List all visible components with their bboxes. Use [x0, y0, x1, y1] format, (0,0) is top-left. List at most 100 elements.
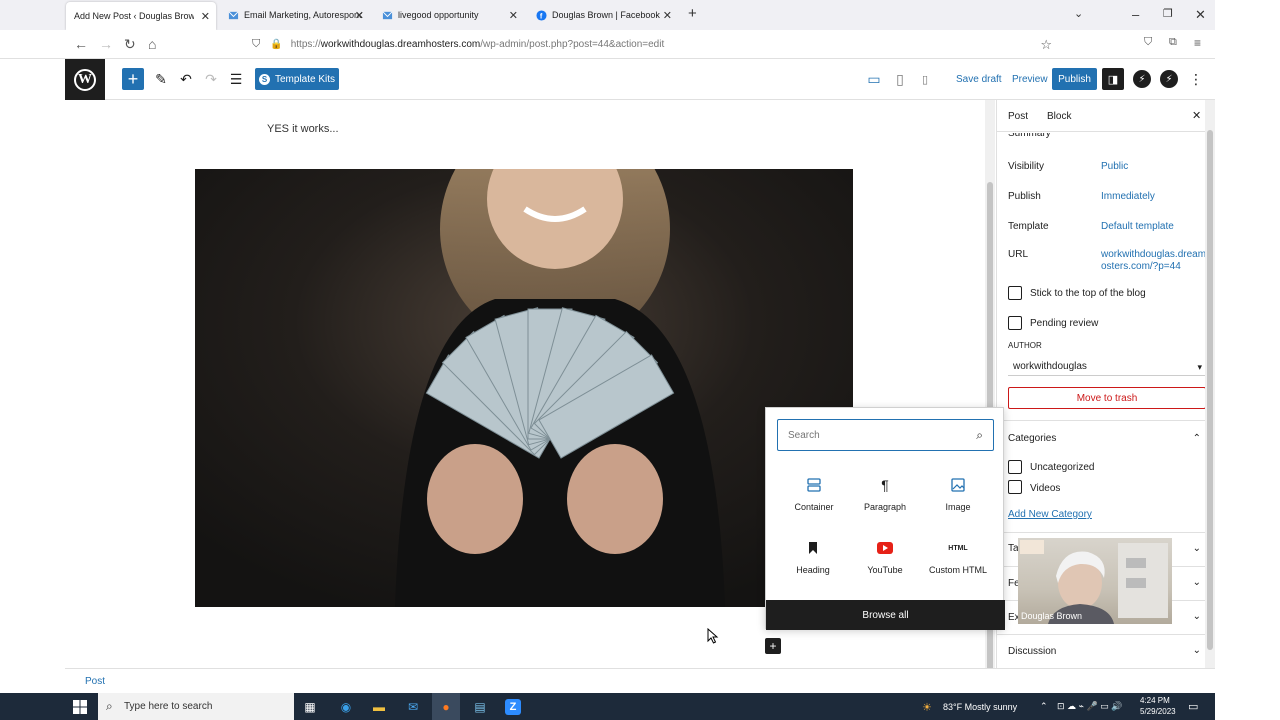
mobile-preview-icon[interactable]: ▯ [918, 68, 932, 90]
tray-icons[interactable]: ⊡ ☁ ⌁ 🎤 ▭ 🔊 [1057, 701, 1122, 712]
address-bar[interactable]: ⛉ 🔒 https://workwithdouglas.dreamhosters… [246, 33, 1056, 56]
tab-facebook[interactable]: f Douglas Brown | Facebook ✕ [528, 0, 678, 30]
sticky-checkbox[interactable] [1008, 286, 1022, 300]
close-tab-icon[interactable]: ✕ [355, 9, 364, 22]
categories-heading[interactable]: Categories [1008, 433, 1056, 444]
home-icon[interactable]: ⌂ [148, 36, 156, 52]
back-icon[interactable]: ← [74, 36, 88, 52]
tab-livegood[interactable]: livegood opportunity ✕ [374, 0, 524, 30]
discussion-heading[interactable]: Discussion [1008, 646, 1056, 657]
block-custom-html[interactable]: HTML Custom HTML [923, 539, 993, 576]
chevron-up-icon[interactable]: ⌃ [1193, 433, 1201, 444]
more-options-icon[interactable]: ⋮ [1189, 68, 1203, 90]
window-close-icon[interactable]: ✕ [1195, 7, 1206, 23]
save-draft-button[interactable]: Save draft [956, 68, 1002, 90]
block-youtube[interactable]: YouTube [850, 539, 920, 575]
document-overview-icon[interactable]: ☰ [227, 68, 245, 90]
add-block-button[interactable]: + [765, 638, 781, 654]
tab-block[interactable]: Block [1047, 111, 1071, 122]
settings-sidebar-toggle[interactable]: ◨ [1102, 68, 1124, 90]
block-heading[interactable]: Heading [778, 539, 848, 575]
lock-icon[interactable]: 🔒 [270, 39, 282, 50]
notepad-icon[interactable]: ▤ [472, 699, 488, 715]
tab-add-new-post[interactable]: Add New Post ‹ Douglas Brown — W ✕ [66, 2, 216, 30]
extensions-icon[interactable]: ⧉ [1169, 36, 1177, 49]
videos-label: Videos [1030, 483, 1061, 494]
reload-icon[interactable]: ↻ [124, 36, 136, 53]
file-explorer-icon[interactable]: ▬ [371, 699, 387, 715]
block-paragraph[interactable]: ¶ Paragraph [850, 476, 920, 512]
sidebar-scrollbar[interactable] [1205, 100, 1215, 668]
mail-icon[interactable]: ✉ [405, 699, 421, 715]
windows-start-icon[interactable] [72, 699, 88, 715]
chevron-down-icon[interactable]: ⌄ [1193, 543, 1201, 554]
clock-time[interactable]: 4:24 PM [1140, 696, 1170, 705]
pocket-icon[interactable]: ⛉ [1144, 36, 1152, 49]
notifications-icon[interactable]: ▭ [1188, 700, 1198, 713]
uncategorized-checkbox[interactable] [1008, 460, 1022, 474]
pending-review-label: Pending review [1030, 318, 1099, 329]
taskbar-search-input[interactable]: ⌕ Type here to search [98, 693, 294, 720]
restore-icon[interactable]: ❐ [1163, 7, 1173, 20]
template-kits-button[interactable]: S Template Kits [255, 68, 339, 90]
edge-icon[interactable]: ◉ [338, 699, 354, 715]
webcam-name: Douglas Brown [1021, 611, 1083, 621]
tab-list-chevron-icon[interactable]: ⌄ [1074, 7, 1083, 20]
weather-text[interactable]: 83°F Mostly sunny [943, 702, 1017, 712]
chevron-down-icon[interactable]: ⌄ [1193, 611, 1201, 622]
shield-icon[interactable]: ⛉ [252, 38, 260, 51]
firefox-icon[interactable]: ● [432, 693, 460, 720]
undo-icon[interactable]: ↶ [177, 68, 195, 90]
block-inserter-toggle[interactable]: + [122, 68, 144, 90]
task-view-icon[interactable]: ▦ [302, 699, 318, 715]
url-value-line1[interactable]: workwithdouglas.dreamh [1101, 249, 1212, 261]
menu-icon[interactable]: ≡ [1194, 36, 1201, 50]
desktop-preview-icon[interactable]: ▭ [866, 68, 882, 90]
scrollbar-thumb[interactable] [1207, 130, 1213, 650]
email-favicon-icon [382, 11, 393, 19]
block-image[interactable]: Image [923, 476, 993, 512]
email-favicon-icon [228, 11, 239, 19]
breadcrumb-post[interactable]: Post [85, 676, 105, 687]
close-sidebar-icon[interactable]: ✕ [1192, 109, 1201, 122]
tray-chevron-icon[interactable]: ⌃ [1040, 701, 1048, 712]
close-tab-icon[interactable]: ✕ [509, 9, 518, 22]
add-new-category-link[interactable]: Add New Category [1008, 509, 1092, 520]
publish-value[interactable]: Immediately [1101, 191, 1155, 203]
url-value-line2[interactable]: osters.com/?p=44 [1101, 261, 1181, 273]
redo-icon[interactable]: ↷ [202, 68, 220, 90]
zoom-icon[interactable]: Z [505, 699, 521, 715]
author-select[interactable]: workwithdouglas ▾ [1008, 358, 1206, 376]
forward-icon[interactable]: → [99, 36, 113, 52]
tab-post[interactable]: Post [1008, 111, 1028, 122]
image-block[interactable] [195, 169, 853, 607]
visibility-value[interactable]: Public [1101, 161, 1128, 173]
pending-review-checkbox[interactable] [1008, 316, 1022, 330]
tools-pencil-icon[interactable]: ✎ [152, 68, 170, 90]
move-to-trash-button[interactable]: Move to trash [1008, 387, 1206, 409]
wordpress-logo[interactable]: W [65, 59, 105, 100]
divider [997, 532, 1215, 533]
chevron-down-icon[interactable]: ⌄ [1193, 577, 1201, 588]
tab-email-marketing[interactable]: Email Marketing, Autoresponde ✕ [220, 0, 370, 30]
lightning-plugin-icon[interactable]: ⚡ [1133, 70, 1151, 88]
block-search-input[interactable]: Search ⌕ [777, 419, 994, 451]
clock-date[interactable]: 5/29/2023 [1140, 707, 1176, 716]
tablet-preview-icon[interactable]: ▯ [892, 68, 908, 90]
editor-footer: Post [65, 668, 1215, 693]
paragraph-block[interactable]: YES it works... [267, 123, 339, 135]
close-tab-icon[interactable]: ✕ [663, 9, 672, 22]
close-tab-icon[interactable]: ✕ [201, 10, 210, 23]
bookmark-star-icon[interactable]: ☆ [1040, 37, 1052, 53]
new-tab-icon[interactable]: + [688, 5, 697, 22]
block-label: Paragraph [863, 502, 907, 512]
videos-checkbox[interactable] [1008, 480, 1022, 494]
browse-all-button[interactable]: Browse all [766, 600, 1005, 630]
minimize-icon[interactable]: – [1132, 7, 1139, 22]
chevron-down-icon[interactable]: ⌄ [1193, 645, 1201, 656]
jetpack-icon[interactable]: ⚡ [1160, 70, 1178, 88]
preview-button[interactable]: Preview [1012, 68, 1048, 90]
block-container[interactable]: Container [779, 476, 849, 512]
publish-button[interactable]: Publish [1052, 68, 1097, 90]
template-value[interactable]: Default template [1101, 221, 1174, 233]
